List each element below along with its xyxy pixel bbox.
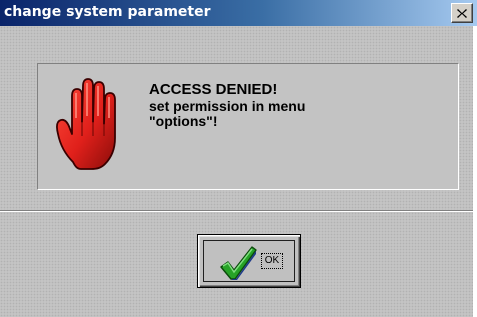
close-button[interactable] [451,3,473,23]
message-line-1: set permission in menu [149,98,306,114]
ok-label: OK [261,253,283,269]
message-heading: ACCESS DENIED! [149,81,278,98]
separator [0,210,473,212]
dialog-body: ACCESS DENIED! set permission in menu "o… [0,26,473,317]
ok-button-face: OK [203,240,295,282]
message-line-2: "options"! [149,113,218,129]
message-text: ACCESS DENIED! set permission in menu "o… [149,81,305,129]
window-title: change system parameter [4,4,211,20]
ok-button[interactable]: OK [197,234,301,288]
dialog-window: change system parameter ACCESS DENIED! s… [0,0,477,317]
title-bar[interactable]: change system parameter [0,0,477,26]
close-icon [457,8,467,18]
checkmark-icon [220,246,257,280]
stop-hand-icon [56,78,116,170]
message-panel: ACCESS DENIED! set permission in menu "o… [37,63,459,190]
